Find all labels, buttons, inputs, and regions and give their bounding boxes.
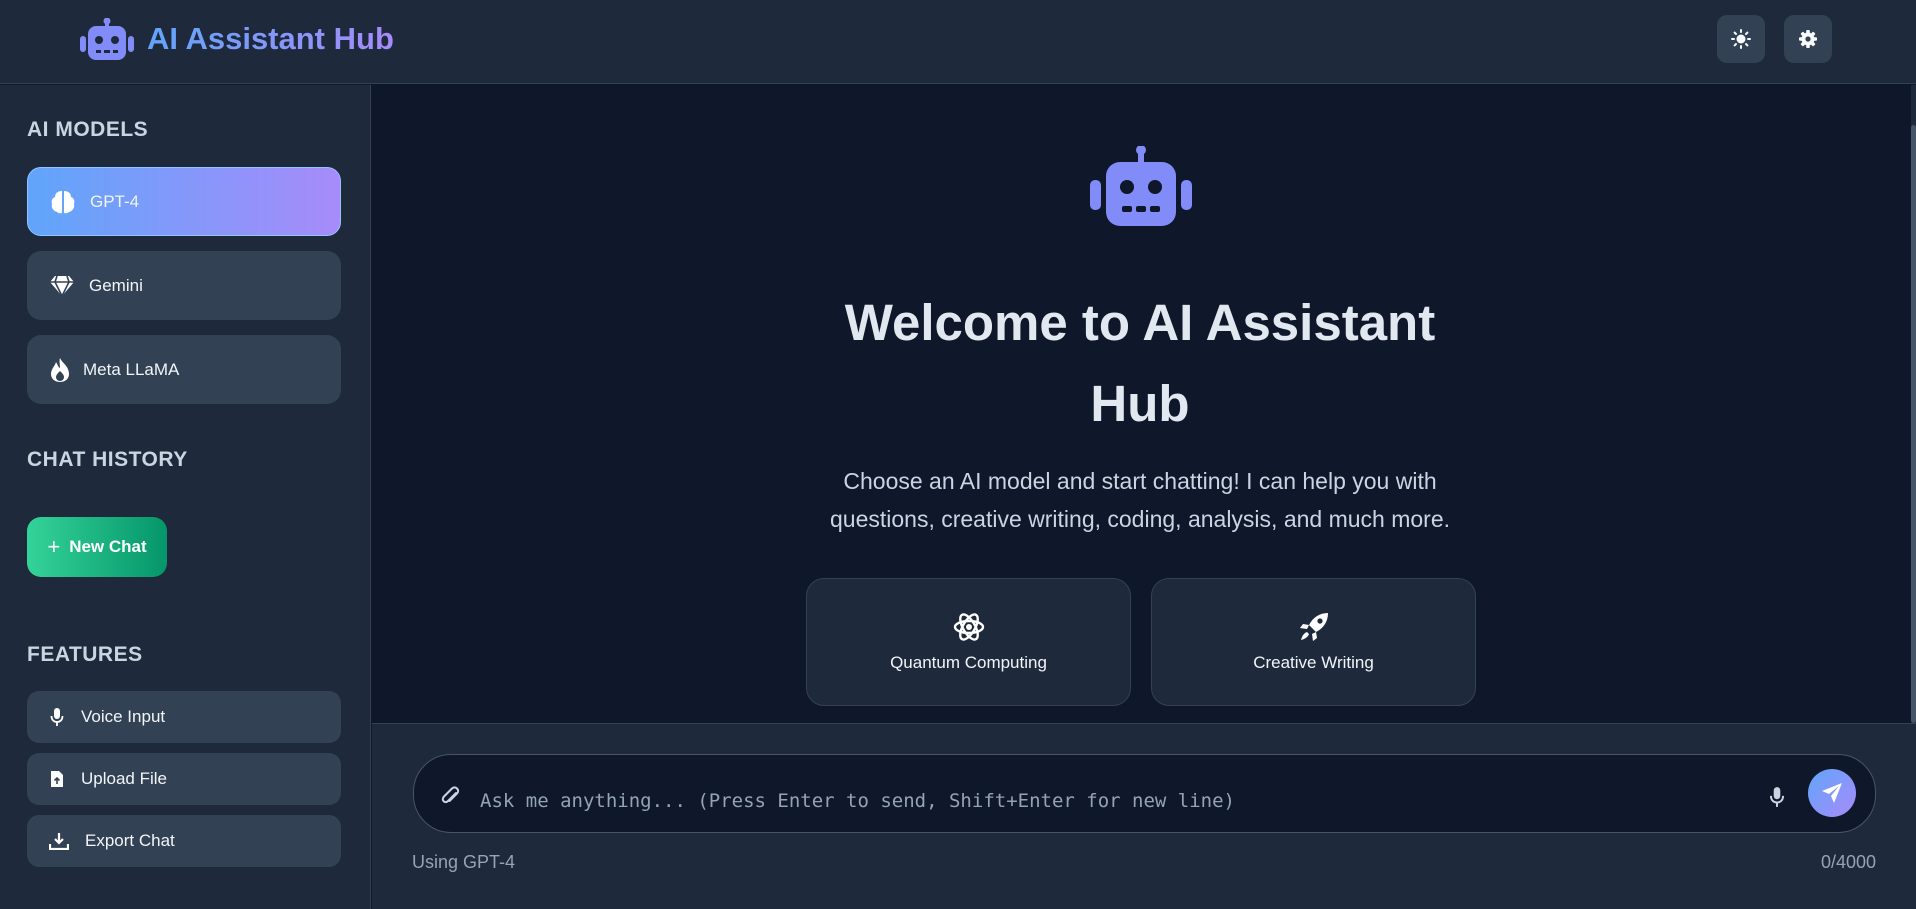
subtitle-line: questions, creative writing, coding, ana…: [829, 506, 1451, 532]
microphone-icon[interactable]: [1767, 786, 1787, 808]
suggestion-card-creative[interactable]: Creative Writing: [1151, 578, 1476, 706]
download-icon: [47, 831, 71, 851]
upload-file-button[interactable]: Upload File: [27, 753, 341, 805]
welcome-subtitle: Choose an AI model and start chatting! I…: [740, 462, 1540, 538]
app-title: AI Assistant Hub: [147, 21, 394, 56]
send-button[interactable]: [1808, 769, 1856, 817]
gem-icon: [47, 271, 77, 301]
paperclip-icon[interactable]: [440, 786, 462, 808]
file-upload-icon: [47, 769, 67, 789]
chat-history-title: CHAT HISTORY: [27, 448, 188, 471]
char-counter: 0/4000: [1820, 852, 1876, 872]
new-chat-label: New Chat: [69, 537, 147, 556]
feature-label: Voice Input: [81, 707, 166, 726]
robot-icon: [1090, 146, 1192, 226]
model-item-meta-llama[interactable]: Meta LLaMA: [27, 335, 341, 404]
plus-icon: +: [47, 534, 61, 559]
brain-icon: [48, 187, 78, 217]
model-item-gemini[interactable]: Gemini: [27, 251, 341, 320]
model-label: GPT-4: [90, 191, 140, 211]
send-icon: [1822, 783, 1842, 803]
export-chat-button[interactable]: Export Chat: [27, 815, 341, 867]
subtitle-line: Choose an AI model and start chatting! I…: [843, 468, 1437, 494]
voice-input-button[interactable]: Voice Input: [27, 691, 341, 743]
model-item-gpt4[interactable]: GPT-4: [27, 167, 341, 236]
robot-icon: [80, 18, 134, 60]
card-label: Quantum Computing: [890, 653, 1047, 672]
features-title: FEATURES: [27, 643, 143, 666]
new-chat-button[interactable]: + New Chat: [27, 517, 167, 577]
scrollbar-thumb[interactable]: [1911, 125, 1916, 723]
models-section-title: AI MODELS: [27, 118, 149, 141]
model-label: Gemini: [89, 275, 143, 295]
rocket-icon: [1298, 611, 1330, 643]
sun-icon: [1731, 29, 1751, 49]
fire-icon: [45, 355, 75, 385]
settings-button[interactable]: [1784, 15, 1832, 63]
theme-toggle-button[interactable]: [1717, 15, 1765, 63]
welcome-line: Welcome to AI Assistant: [844, 294, 1436, 351]
welcome-line: Hub: [1090, 375, 1190, 432]
message-input[interactable]: [480, 776, 1760, 826]
model-label: Meta LLaMA: [83, 359, 180, 379]
card-label: Creative Writing: [1253, 653, 1374, 672]
microphone-icon: [47, 707, 67, 727]
gear-icon: [1799, 30, 1817, 48]
feature-label: Export Chat: [85, 831, 175, 850]
model-status: Using GPT-4: [412, 852, 516, 872]
atom-icon: [953, 611, 985, 643]
suggestion-card-quantum[interactable]: Quantum Computing: [806, 578, 1131, 706]
feature-label: Upload File: [81, 769, 167, 788]
top-header: AI Assistant Hub: [0, 0, 1916, 84]
welcome-heading: Welcome to AI Assistant Hub: [740, 282, 1540, 444]
